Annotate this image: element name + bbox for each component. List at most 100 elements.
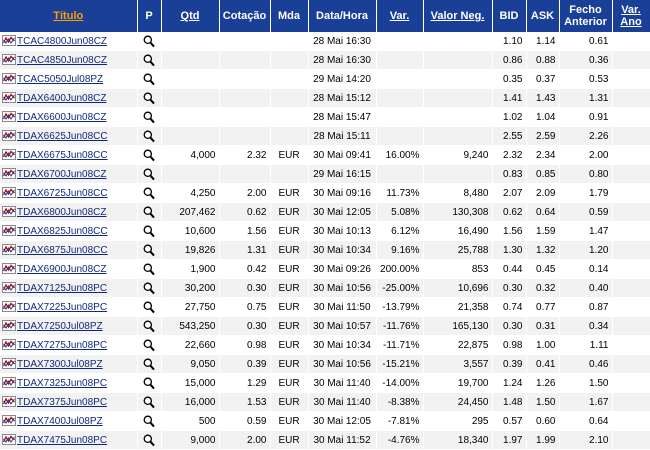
mini-chart-icon[interactable]	[2, 415, 16, 426]
magnifier-icon[interactable]	[143, 168, 155, 181]
magnifier-icon[interactable]	[143, 301, 155, 314]
cell-mda: EUR	[270, 202, 309, 222]
mini-chart-icon[interactable]	[2, 92, 16, 103]
magnifier-icon[interactable]	[143, 377, 155, 390]
mini-chart-icon[interactable]	[2, 54, 16, 65]
mini-chart-icon[interactable]	[2, 168, 16, 179]
instrument-link[interactable]: TDAX7250Jul08PZ	[17, 321, 103, 332]
cell-var	[376, 107, 424, 127]
header-var-label[interactable]: Var.	[390, 10, 410, 22]
header-valor-neg[interactable]: Valor Neg.	[423, 0, 493, 32]
cell-var-ano	[612, 373, 650, 393]
mini-chart-icon[interactable]	[2, 149, 16, 160]
header-bid-label: BID	[499, 10, 519, 22]
mini-chart-icon[interactable]	[2, 396, 16, 407]
magnifier-icon[interactable]	[143, 206, 155, 219]
instrument-link[interactable]: TDAX7225Jun08PC	[17, 302, 107, 313]
cell-cotacao: 0.98	[219, 335, 271, 355]
cell-valor-neg: 8,480	[423, 183, 493, 203]
header-var-ano[interactable]: Var. Ano	[612, 0, 650, 32]
cell-ask: 2.59	[526, 126, 560, 146]
instrument-link[interactable]: TDAX6600Jun08CZ	[17, 112, 107, 123]
instrument-link[interactable]: TDAX7475Jun08PC	[17, 435, 107, 446]
magnifier-icon[interactable]	[143, 92, 155, 105]
cell-mda: EUR	[270, 316, 309, 336]
magnifier-icon[interactable]	[143, 187, 155, 200]
header-var-ano-label[interactable]: Var. Ano	[620, 4, 641, 28]
magnifier-icon[interactable]	[143, 244, 155, 257]
cell-cotacao: 2.00	[219, 183, 271, 203]
instrument-link[interactable]: TCAC4800Jun08CZ	[17, 36, 107, 47]
magnifier-icon[interactable]	[143, 130, 155, 143]
magnifier-icon[interactable]	[143, 54, 155, 67]
instrument-link[interactable]: TCAC5050Jul08PZ	[17, 74, 103, 85]
table-row: TDAX6700Jun08CZ 29 Mai 16:15 0.83 0.85 0…	[0, 164, 650, 184]
mini-chart-icon[interactable]	[2, 358, 16, 369]
header-titulo-label[interactable]: Título	[53, 10, 83, 22]
table-row: TDAX6800Jun08CZ 207,462 0.62 EUR 30 Mai …	[0, 202, 650, 222]
magnifier-icon[interactable]	[143, 73, 155, 86]
cell-datahora: 29 Mai 14:20	[308, 69, 377, 89]
instrument-link[interactable]: TDAX7300Jul08PZ	[17, 359, 103, 370]
magnifier-icon[interactable]	[143, 396, 155, 409]
instrument-link[interactable]: TDAX6675Jun08CC	[17, 150, 108, 161]
mini-chart-icon[interactable]	[2, 225, 16, 236]
mini-chart-icon[interactable]	[2, 35, 16, 46]
instrument-link[interactable]: TDAX7275Jun08PC	[17, 340, 107, 351]
instrument-link[interactable]: TDAX6800Jun08CZ	[17, 207, 107, 218]
mini-chart-icon[interactable]	[2, 320, 16, 331]
instrument-link[interactable]: TDAX6725Jun08CC	[17, 188, 108, 199]
cell-cotacao: 0.42	[219, 259, 271, 279]
cell-var: -13.79%	[376, 297, 424, 317]
mini-chart-icon[interactable]	[2, 263, 16, 274]
table-row: TDAX7375Jun08PC 16,000 1.53 EUR 30 Mai 1…	[0, 392, 650, 412]
mini-chart-icon[interactable]	[2, 339, 16, 350]
instrument-link[interactable]: TDAX7125Jun08PC	[17, 283, 107, 294]
magnifier-icon[interactable]	[143, 415, 155, 428]
instrument-link[interactable]: TDAX7375Jun08PC	[17, 397, 107, 408]
instrument-link[interactable]: TCAC4850Jun08CZ	[17, 55, 107, 66]
mini-chart-icon[interactable]	[2, 130, 16, 141]
magnifier-icon[interactable]	[143, 35, 155, 48]
instrument-link[interactable]: TDAX6900Jun08CZ	[17, 264, 107, 275]
cell-ask: 1.43	[526, 88, 560, 108]
header-qtd-label[interactable]: Qtd	[181, 10, 200, 22]
cell-cotacao	[219, 32, 271, 51]
mini-chart-icon[interactable]	[2, 244, 16, 255]
magnifier-icon[interactable]	[143, 282, 155, 295]
mini-chart-icon[interactable]	[2, 282, 16, 293]
magnifier-icon[interactable]	[143, 320, 155, 333]
mini-chart-icon[interactable]	[2, 73, 16, 84]
magnifier-icon[interactable]	[143, 263, 155, 276]
instrument-link[interactable]: TDAX6875Jun08CC	[17, 245, 108, 256]
magnifier-icon[interactable]	[143, 358, 155, 371]
mini-chart-icon[interactable]	[2, 187, 16, 198]
instrument-link[interactable]: TDAX6625Jun08CC	[17, 131, 108, 142]
magnifier-icon[interactable]	[143, 339, 155, 352]
header-var[interactable]: Var.	[376, 0, 424, 32]
mini-chart-icon[interactable]	[2, 377, 16, 388]
mini-chart-icon[interactable]	[2, 301, 16, 312]
magnifier-icon[interactable]	[143, 225, 155, 238]
mini-chart-icon[interactable]	[2, 206, 16, 217]
header-titulo[interactable]: Título	[0, 0, 138, 32]
instrument-link[interactable]: TDAX6700Jun08CZ	[17, 169, 107, 180]
cell-ask: 0.41	[526, 354, 560, 374]
instrument-link[interactable]: TDAX7325Jun08PC	[17, 378, 107, 389]
magnifier-icon[interactable]	[143, 149, 155, 162]
instrument-link[interactable]: TDAX7400Jul08PZ	[17, 416, 103, 427]
cell-fecho-anterior: 0.40	[559, 278, 613, 298]
header-bid: BID	[492, 0, 527, 32]
instrument-link[interactable]: TDAX6825Jun08CC	[17, 226, 108, 237]
cell-titulo: TDAX6600Jun08CZ	[0, 107, 138, 127]
header-valor-neg-label[interactable]: Valor Neg.	[431, 10, 485, 22]
magnifier-icon[interactable]	[143, 434, 155, 447]
magnifier-icon[interactable]	[143, 111, 155, 124]
mini-chart-icon[interactable]	[2, 111, 16, 122]
mini-chart-icon[interactable]	[2, 434, 16, 445]
cell-valor-neg: 21,358	[423, 297, 493, 317]
cell-datahora: 30 Mai 12:05	[308, 411, 377, 431]
cell-qtd: 9,050	[161, 354, 220, 374]
header-qtd[interactable]: Qtd	[161, 0, 220, 32]
instrument-link[interactable]: TDAX6400Jun08CZ	[17, 93, 107, 104]
